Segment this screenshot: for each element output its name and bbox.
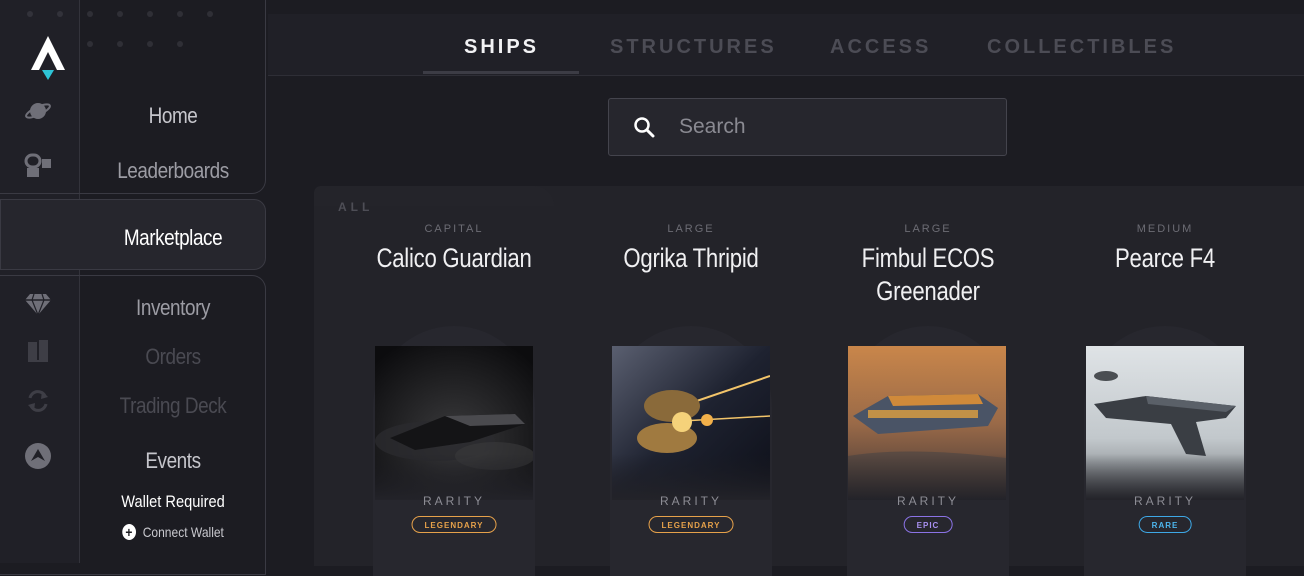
ship-size-label: MEDIUM (1136, 223, 1194, 235)
ship-size-label: LARGE (904, 223, 952, 235)
connect-wallet-label: Connect Wallet (142, 524, 224, 540)
search-icon (634, 117, 655, 138)
tab-ships[interactable]: SHIPS (464, 36, 539, 59)
section-label-all: ALL (338, 200, 374, 214)
rarity-label: RARITY (896, 494, 959, 508)
rarity-label: RARITY (659, 494, 722, 508)
nav-item-events[interactable]: Events (93, 448, 253, 474)
ship-size-label: CAPITAL (424, 223, 484, 235)
ship-name[interactable]: Ogrika Thripid (586, 242, 796, 275)
ship-name[interactable]: Calico Guardian (349, 242, 559, 275)
search-box[interactable] (608, 98, 1007, 156)
rarity-label: RARITY (422, 494, 485, 508)
tab-structures[interactable]: STRUCTURES (610, 36, 777, 59)
ship-card-calico-guardian[interactable]: CAPITAL Calico Guardian RARITY LEGENDARY (336, 214, 572, 576)
nav-item-trading-deck[interactable]: Trading Deck (93, 393, 253, 419)
plus-circle-icon: + (122, 524, 136, 540)
ship-name[interactable]: Fimbul ECOS Greenader (823, 242, 1033, 308)
tab-access[interactable]: ACCESS (830, 36, 931, 59)
nav-item-marketplace[interactable]: Marketplace (93, 225, 253, 251)
ship-image[interactable] (375, 346, 533, 500)
ship-name[interactable]: Pearce F4 (1060, 242, 1270, 275)
wallet-required-text: Wallet Required (121, 492, 225, 511)
rarity-badge-rare: RARE (1138, 516, 1192, 533)
ship-image[interactable] (612, 346, 770, 500)
ship-card-pearce-f4[interactable]: MEDIUM Pearce F4 RARITY RARE (1047, 214, 1283, 576)
active-tab-indicator (423, 71, 579, 74)
nav-item-leaderboards[interactable]: Leaderboards (93, 158, 253, 184)
ship-image[interactable] (848, 346, 1006, 500)
search-input[interactable] (677, 114, 981, 140)
rarity-badge-epic: EPIC (903, 516, 953, 533)
nav-item-inventory[interactable]: Inventory (93, 295, 253, 321)
rarity-label: RARITY (1133, 494, 1196, 508)
ship-size-label: LARGE (667, 223, 715, 235)
connect-wallet-button[interactable]: + Connect Wallet (93, 524, 253, 540)
nav-item-home[interactable]: Home (93, 103, 253, 129)
tab-collectibles[interactable]: COLLECTIBLES (987, 36, 1176, 59)
ship-card-ogrika-thripid[interactable]: LARGE Ogrika Thripid RARITY LEGENDARY (573, 214, 809, 576)
ship-image[interactable] (1086, 346, 1244, 500)
ship-card-fimbul-ecos-greenader[interactable]: LARGE Fimbul ECOS Greenader RARITY EPIC (810, 214, 1046, 576)
nav-item-orders[interactable]: Orders (93, 344, 253, 370)
rarity-badge-legendary: LEGENDARY (648, 516, 734, 533)
rarity-badge-legendary: LEGENDARY (411, 516, 497, 533)
